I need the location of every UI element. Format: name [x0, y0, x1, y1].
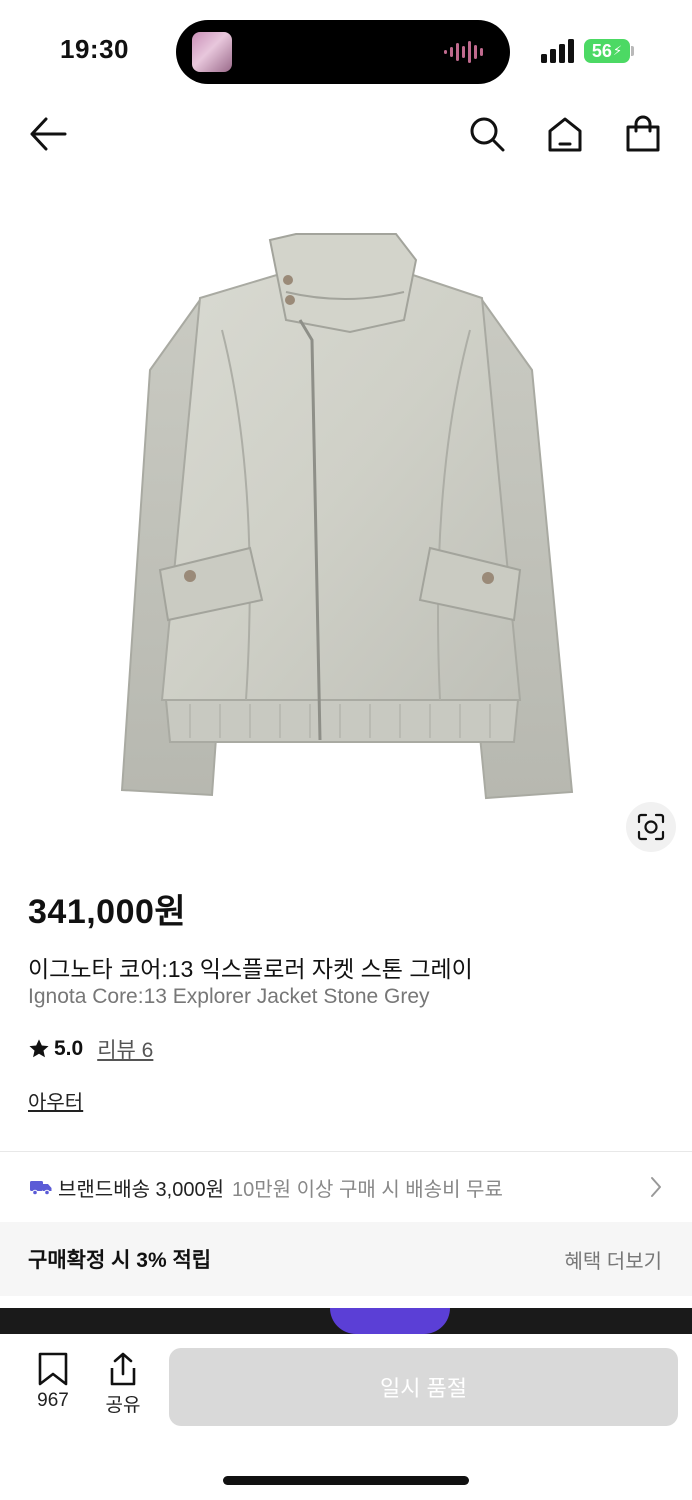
dynamic-island[interactable] — [176, 20, 510, 84]
promo-banner-peek[interactable] — [0, 1308, 692, 1334]
delivery-truck-icon — [30, 1181, 52, 1195]
home-indicator[interactable] — [223, 1476, 469, 1485]
banner-graphic — [330, 1308, 450, 1334]
sold-out-button[interactable]: 일시 품절 — [169, 1348, 678, 1426]
product-name-korean: 이그노타 코어:13 익스플로러 자켓 스톤 그레이 — [28, 956, 473, 982]
battery-indicator: 56 ⚡ — [584, 39, 630, 63]
chevron-right-icon — [651, 1177, 661, 1197]
category-link[interactable]: 아우터 — [28, 1086, 83, 1115]
reward-points-info: 구매확정 시 3% 적립 — [28, 1249, 212, 1272]
audio-waveform-icon — [444, 41, 483, 63]
charging-bolt-icon: ⚡ — [612, 43, 623, 58]
lens-scan-icon — [637, 813, 665, 841]
bookmark-count: 967 — [37, 1390, 69, 1411]
product-image[interactable] — [0, 180, 692, 870]
arrow-left-icon — [30, 117, 67, 151]
rating-row: 5.0 리뷰 6 — [28, 1034, 153, 1064]
shipping-info-row[interactable]: 브랜드배송 3,000원 10만원 이상 구매 시 배송비 무료 — [0, 1152, 692, 1222]
shipping-fee: 브랜드배송 3,000원 — [58, 1178, 225, 1201]
bookmark-icon — [38, 1352, 68, 1386]
back-button[interactable] — [26, 112, 70, 156]
cart-button[interactable] — [621, 112, 665, 156]
share-label: 공유 — [105, 1395, 141, 1416]
home-icon — [548, 117, 582, 152]
share-icon — [110, 1352, 136, 1386]
home-button[interactable] — [543, 112, 587, 156]
share-button[interactable]: 공유 — [93, 1352, 153, 1417]
signal-icon — [541, 39, 574, 63]
see-benefits-link[interactable]: 혜택 더보기 — [564, 1245, 662, 1274]
search-button[interactable] — [465, 112, 509, 156]
now-playing-artwork — [192, 32, 232, 72]
product-name-english: Ignota Core:13 Explorer Jacket Stone Gre… — [28, 985, 430, 1008]
benefit-row: 구매확정 시 3% 적립 혜택 더보기 — [0, 1222, 692, 1296]
rating-value: 5.0 — [54, 1037, 84, 1060]
jacket-illustration — [120, 233, 574, 800]
shopping-bag-icon — [626, 115, 660, 152]
search-icon — [470, 117, 505, 152]
status-time: 19:30 — [60, 34, 129, 64]
bookmark-button[interactable]: 967 — [23, 1352, 83, 1412]
free-shipping-condition: 10만원 이상 구매 시 배송비 무료 — [232, 1178, 503, 1201]
review-link[interactable]: 리뷰 6 — [97, 1034, 153, 1064]
star-icon — [29, 1039, 49, 1058]
image-search-button[interactable] — [626, 802, 676, 852]
product-price: 341,000원 — [28, 893, 187, 931]
battery-level: 56 — [591, 40, 612, 61]
battery-cap — [631, 46, 634, 56]
